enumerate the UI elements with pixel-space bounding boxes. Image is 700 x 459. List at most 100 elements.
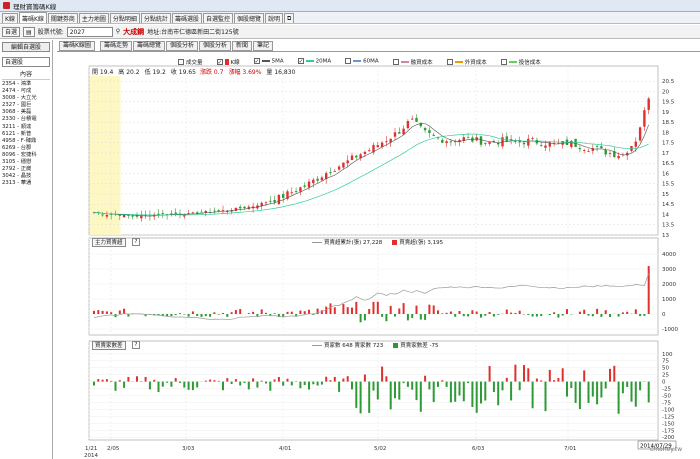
p2-bar <box>196 314 199 317</box>
p3-bar <box>312 381 315 385</box>
candle-body <box>329 172 332 174</box>
candle-body <box>264 202 268 204</box>
candle-body <box>428 130 431 134</box>
price-tick-label: 16 <box>662 171 669 177</box>
candle-body <box>294 191 298 192</box>
p2-bar <box>265 312 267 314</box>
price-tick-label: 14 <box>662 212 669 218</box>
p3-tick-label: -200 <box>662 435 675 441</box>
price-open: 開 19.4 <box>92 69 114 76</box>
p2-bar <box>540 314 543 316</box>
price-volume: 量 16,830 <box>266 69 296 76</box>
candle-body <box>402 128 405 135</box>
p2-bar <box>110 312 113 314</box>
p3-bar <box>428 381 431 390</box>
candle-body <box>587 151 590 152</box>
candle-body <box>583 150 586 151</box>
p2-bar <box>587 314 590 316</box>
p3-bar <box>118 380 121 382</box>
panel3-legend: 買家數 648 賣家數 723 買賣家數差 -75 <box>312 341 438 349</box>
p3-bar <box>368 381 371 413</box>
p3-bar <box>333 376 336 382</box>
p3-bar <box>191 381 194 391</box>
x-tick-label: 7/01 <box>564 446 576 452</box>
p2-bar <box>639 314 642 317</box>
p3-tick-label: -150 <box>662 421 675 427</box>
p2-bar <box>557 314 560 318</box>
p3-bar <box>591 381 594 397</box>
help-icon[interactable]: ? <box>132 238 140 246</box>
p3-bar <box>398 381 401 400</box>
p3-bar <box>492 381 495 392</box>
candle-body <box>118 215 121 216</box>
p3-bar <box>325 376 328 382</box>
candle-body <box>161 213 164 214</box>
x-tick-label: 3/03 <box>182 446 195 452</box>
candle-body <box>479 136 483 145</box>
p2-bar <box>295 314 298 316</box>
p2-bar <box>415 305 418 314</box>
p3-tick-label: 50 <box>662 366 669 372</box>
p3-bar <box>604 381 607 389</box>
p3-bar <box>329 380 332 382</box>
x-tick-label: 4/01 <box>279 446 291 452</box>
p3-bar <box>260 380 263 382</box>
panel2-daily-legend: 買賣超(張) 3,195 <box>399 240 444 246</box>
candle-body <box>316 178 319 181</box>
p3-bar <box>247 381 250 390</box>
p2-bar <box>372 301 375 314</box>
highlight-region <box>89 76 121 235</box>
p2-bar <box>351 307 353 314</box>
candle-body <box>312 179 315 184</box>
candle-body <box>200 211 203 213</box>
candle-body <box>290 192 293 194</box>
price-tick-label: 19.5 <box>662 100 675 106</box>
p3-bar <box>553 380 556 382</box>
candle-body <box>544 145 547 148</box>
price-tick-label: 20.5 <box>662 79 675 85</box>
p3-bar <box>213 380 216 382</box>
p3-bar <box>540 380 543 382</box>
p3-bar <box>269 381 272 391</box>
p3-bar <box>376 381 379 400</box>
p3-bar <box>93 381 95 386</box>
p2-bar <box>484 314 487 316</box>
p2-bar <box>428 304 431 314</box>
x-tick-label: 1/21 <box>85 446 97 452</box>
help-icon[interactable]: ? <box>132 341 140 349</box>
candle-body <box>376 145 379 148</box>
p3-bar <box>531 381 534 409</box>
p2-bar <box>510 312 513 314</box>
p3-bar <box>583 370 586 382</box>
panel3-diff-legend: 買賣家數差 -75 <box>400 343 439 349</box>
p3-bar <box>385 376 388 382</box>
p3-bar <box>170 381 173 387</box>
p2-bar <box>643 314 646 316</box>
price-tick-label: 20 <box>662 89 669 95</box>
p3-bar <box>144 376 147 382</box>
p2-tick-label: 0 <box>662 312 666 318</box>
panel-broker-diff-title[interactable]: 買賣家數差 <box>92 341 126 350</box>
p2-bar <box>200 314 203 317</box>
candle-body <box>522 142 526 145</box>
p3-bar <box>574 381 577 403</box>
p3-bar <box>196 381 199 388</box>
p3-bar <box>596 381 599 405</box>
p3-bar <box>557 377 560 382</box>
p3-bar <box>286 378 289 382</box>
p2-bar <box>282 314 285 317</box>
price-close: 收 19.65 <box>170 69 196 76</box>
p2-bar <box>531 314 534 317</box>
p3-tick-label: -100 <box>662 407 675 413</box>
candle-body <box>303 185 306 187</box>
p2-bar <box>252 311 255 314</box>
p3-bar <box>381 366 384 382</box>
panel-main-force-title[interactable]: 主力買賣超 <box>92 238 126 247</box>
candle-body <box>578 148 582 150</box>
p2-bar <box>93 310 95 314</box>
p3-bar <box>449 381 452 403</box>
p3-bar <box>299 381 302 389</box>
p2-bar <box>475 311 478 314</box>
candle-body <box>131 215 134 217</box>
p2-bar <box>329 303 332 314</box>
